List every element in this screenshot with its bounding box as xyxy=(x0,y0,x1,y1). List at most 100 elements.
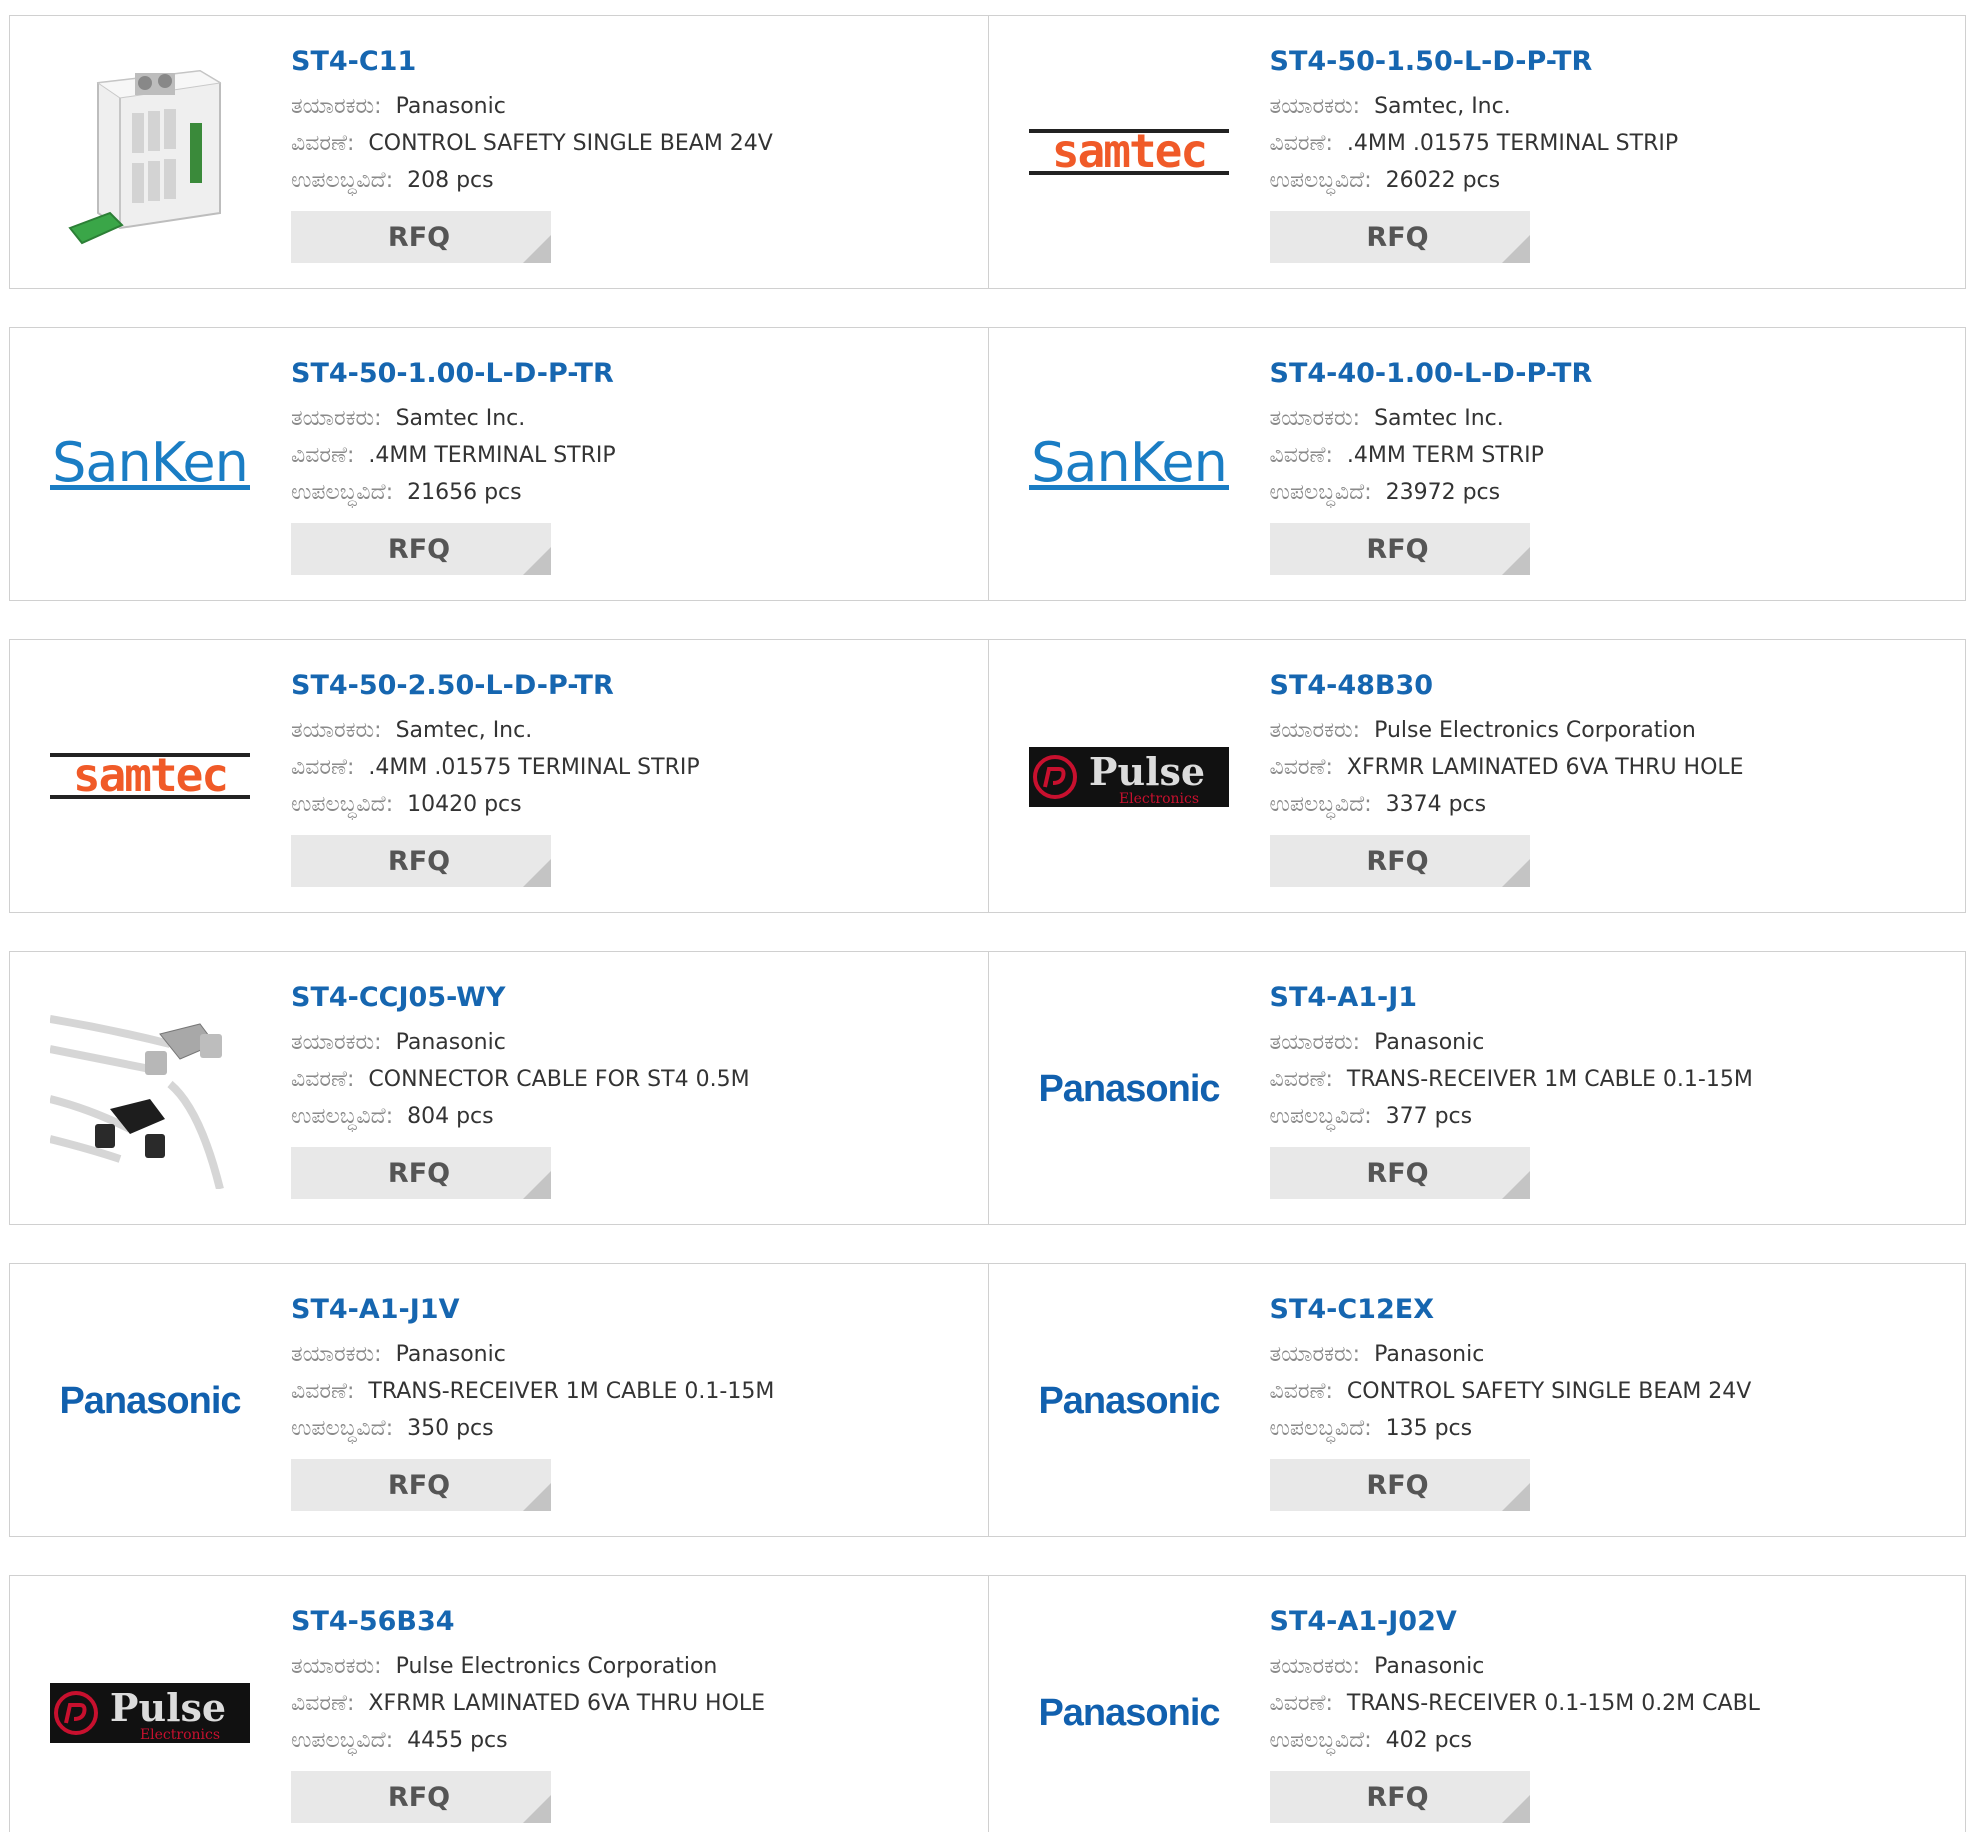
part-number-link[interactable]: ST4-C12EX xyxy=(1270,1294,1946,1326)
manufacturer-value: Samtec Inc. xyxy=(395,406,526,432)
rfq-button[interactable]: RFQ xyxy=(1269,1771,1530,1824)
manufacturer-value: Panasonic xyxy=(395,1030,506,1056)
part-number-link[interactable]: ST4-56B34 xyxy=(291,1606,968,1638)
corner-triangle-icon xyxy=(1501,1171,1530,1200)
svg-text:Pulse: Pulse xyxy=(1088,749,1204,794)
rfq-button[interactable]: RFQ xyxy=(1269,211,1530,264)
panasonic-logo[interactable]: Panasonic xyxy=(50,1301,250,1501)
description-label: ವಿವರಣೆ: xyxy=(291,755,355,781)
rfq-label: RFQ xyxy=(1366,533,1429,565)
manufacturer-row: ತಯಾರಕರು: Samtec, Inc. xyxy=(1270,88,1946,125)
rfq-button[interactable]: RFQ xyxy=(291,1771,551,1824)
part-number-link[interactable]: ST4-40-1.00-L-D-P-TR xyxy=(1270,358,1946,390)
description-label: ವಿವರಣೆ: xyxy=(291,1067,355,1093)
description-value: TRANS-RECEIVER 0.1-15M 0.2M CABL xyxy=(1346,1691,1760,1717)
rfq-button[interactable]: RFQ xyxy=(291,835,551,888)
corner-triangle-icon xyxy=(523,859,551,888)
part-number-link[interactable]: ST4-50-1.00-L-D-P-TR xyxy=(291,358,968,390)
availability-value: 4455 pcs xyxy=(407,1728,508,1754)
availability-row: ಉಪಲಬ್ಧವಿದೆ: 4455 pcs xyxy=(291,1722,968,1759)
rfq-button[interactable]: RFQ xyxy=(1269,835,1530,888)
manufacturer-row: ತಯಾರಕರು: Panasonic xyxy=(1270,1024,1946,1061)
product-row: Panasonic ST4-A1-J1V ತಯಾರಕರು: Panasonic ವ… xyxy=(9,1263,1966,1537)
description-row: ವಿವರಣೆ: CONTROL SAFETY SINGLE BEAM 24V xyxy=(291,125,968,162)
product-row: samtec ST4-50-2.50-L-D-P-TR ತಯಾರಕರು: Samt… xyxy=(9,639,1966,913)
rfq-label: RFQ xyxy=(387,845,451,877)
svg-text:Panasonic: Panasonic xyxy=(1038,1068,1220,1110)
sanken-logo[interactable]: SanKen xyxy=(50,365,250,565)
description-row: ವಿವರಣೆ: .4MM .01575 TERMINAL STRIP xyxy=(291,749,968,786)
corner-triangle-icon xyxy=(523,1795,551,1824)
part-number-link[interactable]: ST4-A1-J1V xyxy=(291,1294,968,1326)
description-row: ವಿವರಣೆ: .4MM TERM STRIP xyxy=(1270,437,1946,474)
part-number-link[interactable]: ST4-50-1.50-L-D-P-TR xyxy=(1270,46,1946,78)
availability-value: 402 pcs xyxy=(1385,1728,1473,1754)
manufacturer-label: ತಯಾರಕರು: xyxy=(1269,94,1361,120)
part-number-link[interactable]: ST4-50-2.50-L-D-P-TR xyxy=(291,670,968,702)
svg-text:samtec: samtec xyxy=(1051,124,1205,178)
rfq-label: RFQ xyxy=(1366,1781,1429,1813)
description-label: ವಿವರಣೆ: xyxy=(1269,131,1333,157)
product-image[interactable] xyxy=(50,53,250,253)
part-number-link[interactable]: ST4-A1-J1 xyxy=(1270,982,1946,1014)
availability-value: 21656 pcs xyxy=(407,480,522,506)
availability-row: ಉಪಲಬ್ಧವಿದೆ: 21656 pcs xyxy=(291,474,968,511)
pulse-logo[interactable]: Pulse Electronics xyxy=(50,1613,250,1813)
panasonic-logo[interactable]: Panasonic xyxy=(1029,1613,1229,1813)
rfq-button[interactable]: RFQ xyxy=(1269,523,1530,576)
rfq-button[interactable]: RFQ xyxy=(291,1147,551,1200)
rfq-label: RFQ xyxy=(387,1781,451,1813)
svg-text:samtec: samtec xyxy=(73,748,227,802)
availability-row: ಉಪಲಬ್ಧವಿದೆ: 402 pcs xyxy=(1270,1722,1946,1759)
manufacturer-row: ತಯಾರಕರು: Panasonic xyxy=(1270,1336,1946,1373)
svg-text:SanKen: SanKen xyxy=(1031,433,1227,494)
product-card: ST4-C11 ತಯಾರಕರು: Panasonic ವಿವರಣೆ: CONTROL… xyxy=(10,16,988,288)
availability-value: 23972 pcs xyxy=(1385,480,1501,506)
pulse-logo[interactable]: Pulse Electronics xyxy=(1028,677,1229,877)
rfq-button[interactable]: RFQ xyxy=(1269,1459,1530,1512)
rfq-button[interactable]: RFQ xyxy=(291,211,551,264)
product-card: Pulse Electronics ST4-56B34 ತಯಾರಕರು: Puls… xyxy=(10,1576,988,1832)
description-row: ವಿವರಣೆ: .4MM TERMINAL STRIP xyxy=(291,437,968,474)
availability-value: 26022 pcs xyxy=(1385,168,1501,194)
rfq-button[interactable]: RFQ xyxy=(291,1459,551,1512)
svg-text:Panasonic: Panasonic xyxy=(59,1380,241,1422)
part-number-link[interactable]: ST4-48B30 xyxy=(1270,670,1946,702)
availability-label: ಉಪಲಬ್ಧವಿದೆ: xyxy=(1269,1416,1372,1442)
sanken-logo[interactable]: SanKen xyxy=(1028,365,1229,565)
availability-value: 135 pcs xyxy=(1385,1416,1473,1442)
corner-triangle-icon xyxy=(523,1483,551,1512)
product-row: SanKen ST4-50-1.00-L-D-P-TR ತಯಾರಕರು: Samt… xyxy=(9,327,1966,601)
rfq-label: RFQ xyxy=(387,1157,451,1189)
rfq-button[interactable]: RFQ xyxy=(1269,1147,1530,1200)
product-image[interactable] xyxy=(50,989,250,1189)
availability-value: 350 pcs xyxy=(407,1416,494,1442)
panasonic-logo[interactable]: Panasonic xyxy=(1029,989,1229,1189)
part-number-link[interactable]: ST4-CCJ05-WY xyxy=(291,982,968,1014)
availability-row: ಉಪಲಬ್ಧವಿದೆ: 23972 pcs xyxy=(1270,474,1946,511)
description-value: .4MM TERM STRIP xyxy=(1346,443,1544,469)
svg-text:Electronics: Electronics xyxy=(1118,791,1198,807)
panasonic-logo[interactable]: Panasonic xyxy=(1029,1301,1229,1501)
manufacturer-value: Samtec, Inc. xyxy=(395,718,533,744)
corner-triangle-icon xyxy=(523,547,551,576)
description-row: ವಿವರಣೆ: TRANS-RECEIVER 1M CABLE 0.1-15M xyxy=(1270,1061,1946,1098)
part-number-link[interactable]: ST4-C11 xyxy=(291,46,968,78)
product-row: ST4-CCJ05-WY ತಯಾರಕರು: Panasonic ವಿವರಣೆ: CO… xyxy=(9,951,1966,1225)
availability-value: 377 pcs xyxy=(1385,1104,1473,1130)
samtec-logo[interactable]: samtec xyxy=(50,677,250,877)
corner-triangle-icon xyxy=(1501,859,1530,888)
svg-text:Electronics: Electronics xyxy=(140,1727,220,1743)
part-number-link[interactable]: ST4-A1-J02V xyxy=(1270,1606,1946,1638)
description-label: ವಿವರಣೆ: xyxy=(1269,755,1333,781)
availability-label: ಉಪಲಬ್ಧವಿದೆ: xyxy=(291,168,394,194)
rfq-button[interactable]: RFQ xyxy=(291,523,551,576)
availability-row: ಉಪಲಬ್ಧವಿದೆ: 208 pcs xyxy=(291,162,968,199)
description-value: XFRMR LAMINATED 6VA THRU HOLE xyxy=(1346,755,1744,781)
rfq-label: RFQ xyxy=(387,1469,451,1501)
samtec-logo[interactable]: samtec xyxy=(1028,53,1229,253)
description-row: ವಿವರಣೆ: CONNECTOR CABLE FOR ST4 0.5M xyxy=(291,1061,968,1098)
manufacturer-row: ತಯಾರಕರು: Samtec Inc. xyxy=(291,400,968,437)
manufacturer-label: ತಯಾರಕರು: xyxy=(1269,1654,1361,1680)
availability-label: ಉಪಲಬ್ಧವಿದೆ: xyxy=(291,480,394,506)
